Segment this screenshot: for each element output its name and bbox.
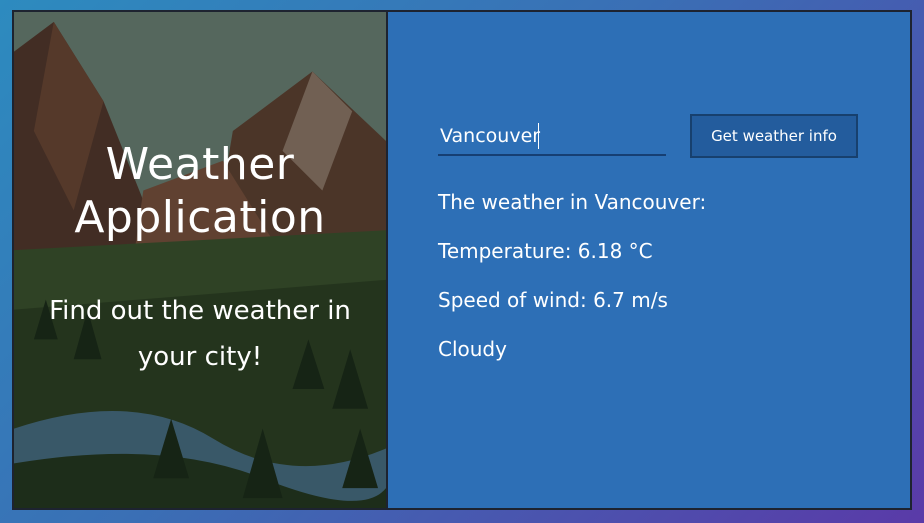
wind-speed-text: Speed of wind: 6.7 m/s: [438, 288, 668, 312]
app-title: Weather Application: [14, 138, 386, 244]
city-input[interactable]: [438, 118, 666, 156]
get-weather-button[interactable]: Get weather info: [690, 114, 858, 158]
hero-panel: Weather Application Find out the weather…: [14, 12, 388, 508]
app-title-line2: Application: [74, 192, 326, 243]
hero-text: Weather Application Find out the weather…: [14, 12, 386, 508]
app-subtitle: Find out the weather in your city!: [49, 296, 351, 372]
text-caret: [538, 123, 539, 149]
condition-text: Cloudy: [438, 337, 507, 361]
weather-heading: The weather in Vancouver:: [438, 190, 707, 214]
temperature-text: Temperature: 6.18 °C: [438, 239, 653, 263]
app-title-line1: Weather: [105, 139, 295, 190]
weather-panel: Get weather info The weather in Vancouve…: [388, 12, 910, 508]
app-frame: Weather Application Find out the weather…: [12, 10, 912, 510]
